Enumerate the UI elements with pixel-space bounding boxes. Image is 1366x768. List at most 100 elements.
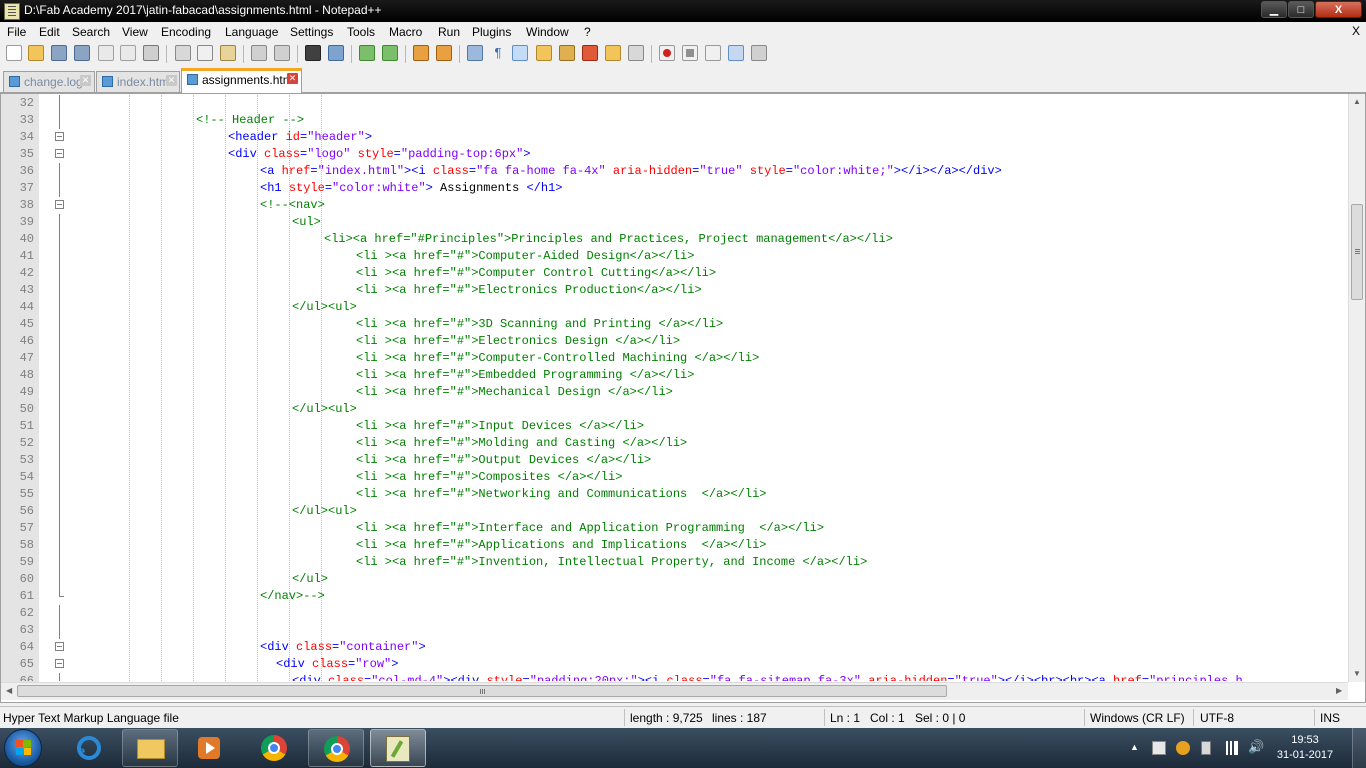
scroll-up-icon[interactable]: ▲ [1353,97,1361,106]
record-macro-icon[interactable] [659,45,675,61]
menu-settings[interactable]: Settings [290,25,333,39]
code-line[interactable]: 54 <li ><a href="#">Composites </a></li> [1,469,1349,486]
save-icon[interactable] [51,45,67,61]
copy-icon[interactable] [197,45,213,61]
zoom-in-icon[interactable] [359,45,375,61]
show-desktop-button[interactable] [1352,728,1366,768]
code-line[interactable]: 61 </nav>--> [1,588,1349,605]
status-encoding[interactable]: UTF-8 [1200,711,1234,725]
vertical-scroll-thumb[interactable] [1351,204,1363,300]
menu-tools[interactable]: Tools [347,25,375,39]
code-line[interactable]: 45 <li ><a href="#">3D Scanning and Print… [1,316,1349,333]
tab-change-log[interactable]: change.log ✕ [3,71,95,92]
code-line[interactable]: 36 <a href="index.html"><i class="fa fa-h… [1,163,1349,180]
fold-toggle-icon[interactable] [55,132,64,141]
menu-language[interactable]: Language [225,25,278,39]
menu-search[interactable]: Search [72,25,110,39]
scroll-left-icon[interactable]: ◀ [6,686,12,695]
code-line[interactable]: 43 <li ><a href="#">Electronics Productio… [1,282,1349,299]
run-macro-multiple-icon[interactable] [728,45,744,61]
code-line[interactable]: 42 <li ><a href="#">Computer Control Cutt… [1,265,1349,282]
media-player-icon[interactable] [184,729,236,767]
internet-explorer-icon[interactable]: e [64,729,114,767]
save-macro-icon[interactable] [751,45,767,61]
code-line[interactable]: 37 <h1 style="color:white"> Assignments <… [1,180,1349,197]
code-line[interactable]: 63 [1,622,1349,639]
code-line[interactable]: 51 <li ><a href="#">Input Devices </a></l… [1,418,1349,435]
tab-close-icon[interactable]: ✕ [80,75,91,86]
vertical-scrollbar[interactable]: ▲ ▼ [1348,94,1365,682]
code-line[interactable]: 60 </ul> [1,571,1349,588]
code-line[interactable]: 39 <ul> [1,214,1349,231]
menu-view[interactable]: View [122,25,148,39]
play-macro-icon[interactable] [705,45,721,61]
undo-icon[interactable] [251,45,267,61]
fold-toggle-icon[interactable] [55,200,64,209]
chrome-window-icon[interactable] [308,729,364,767]
start-button[interactable] [4,729,42,767]
zoom-out-icon[interactable] [382,45,398,61]
tab-close-icon[interactable]: ✕ [166,75,177,86]
scroll-down-icon[interactable]: ▼ [1353,669,1361,678]
network-signal-icon[interactable] [1224,741,1238,755]
action-center-flag-icon[interactable] [1152,741,1166,755]
save-all-icon[interactable] [74,45,90,61]
close-all-icon[interactable] [120,45,136,61]
code-line[interactable]: 35 <div class="logo" style="padding-top:6… [1,146,1349,163]
code-line[interactable]: 41 <li ><a href="#">Computer-Aided Design… [1,248,1349,265]
show-all-characters-icon[interactable]: ¶ [490,45,506,61]
paste-icon[interactable] [220,45,236,61]
file-explorer-icon[interactable] [122,729,178,767]
clock[interactable]: 19:53 31-01-2017 [1270,733,1340,763]
code-line[interactable]: 65 <div class="row"> [1,656,1349,673]
horizontal-scrollbar[interactable]: ◀ ▶ [1,682,1348,700]
code-line[interactable]: 52 <li ><a href="#">Molding and Casting <… [1,435,1349,452]
menu-window[interactable]: Window [526,25,569,39]
menu-plugins[interactable]: Plugins [472,25,511,39]
close-file-icon[interactable] [98,45,114,61]
code-text-area[interactable]: 32 33 <!-- Header --> 34 <header id="header"… [1,95,1349,681]
code-line[interactable]: 62 [1,605,1349,622]
code-line[interactable]: 33 <!-- Header --> [1,112,1349,129]
chrome-icon[interactable] [246,729,302,767]
code-line[interactable]: 50 </ul><ul> [1,401,1349,418]
code-line[interactable]: 38 <!--<nav> [1,197,1349,214]
monitoring-icon[interactable] [628,45,644,61]
code-line[interactable]: 56 </ul><ul> [1,503,1349,520]
redo-icon[interactable] [274,45,290,61]
code-line[interactable]: 57 <li ><a href="#">Interface and Applica… [1,520,1349,537]
fold-toggle-icon[interactable] [55,642,64,651]
code-line[interactable]: 47 <li ><a href="#">Computer-Controlled M… [1,350,1349,367]
open-file-icon[interactable] [28,45,44,61]
code-line[interactable]: 40 <li><a href="#Principles">Principles a… [1,231,1349,248]
code-line[interactable]: 58 <li ><a href="#">Applications and Impl… [1,537,1349,554]
status-eol-format[interactable]: Windows (CR LF) [1090,711,1185,725]
cut-icon[interactable] [175,45,191,61]
indent-guide-icon[interactable] [512,45,528,61]
code-line[interactable]: 44 </ul><ul> [1,299,1349,316]
code-line[interactable]: 66 <div class="col-md-4"><div style="padd… [1,673,1349,681]
find-icon[interactable] [305,45,321,61]
menu-encoding[interactable]: Encoding [161,25,211,39]
menu-macro[interactable]: Macro [389,25,422,39]
menu-file[interactable]: File [7,25,26,39]
tab-index-html[interactable]: index.html ✕ [96,71,180,92]
word-wrap-icon[interactable] [467,45,483,61]
stop-macro-icon[interactable] [682,45,698,61]
notepad-plus-plus-icon[interactable] [370,729,426,767]
volume-icon[interactable]: 🔊 [1248,739,1264,754]
sync-vertical-icon[interactable] [413,45,429,61]
print-icon[interactable] [143,45,159,61]
code-line[interactable]: 55 <li ><a href="#">Networking and Commun… [1,486,1349,503]
tab-assignments-html[interactable]: assignments.html ✕ [181,68,302,93]
close-button[interactable]: X [1315,1,1362,18]
tab-close-icon[interactable]: ✕ [287,73,298,84]
horizontal-scroll-thumb[interactable] [17,685,947,697]
sync-horizontal-icon[interactable] [436,45,452,61]
close-document-button[interactable]: X [1352,24,1360,38]
code-line[interactable]: 53 <li ><a href="#">Output Devices </a></… [1,452,1349,469]
code-line[interactable]: 34 <header id="header"> [1,129,1349,146]
code-line[interactable]: 46 <li ><a href="#">Electronics Design </… [1,333,1349,350]
menu-help[interactable]: ? [584,25,591,39]
menu-edit[interactable]: Edit [39,25,60,39]
